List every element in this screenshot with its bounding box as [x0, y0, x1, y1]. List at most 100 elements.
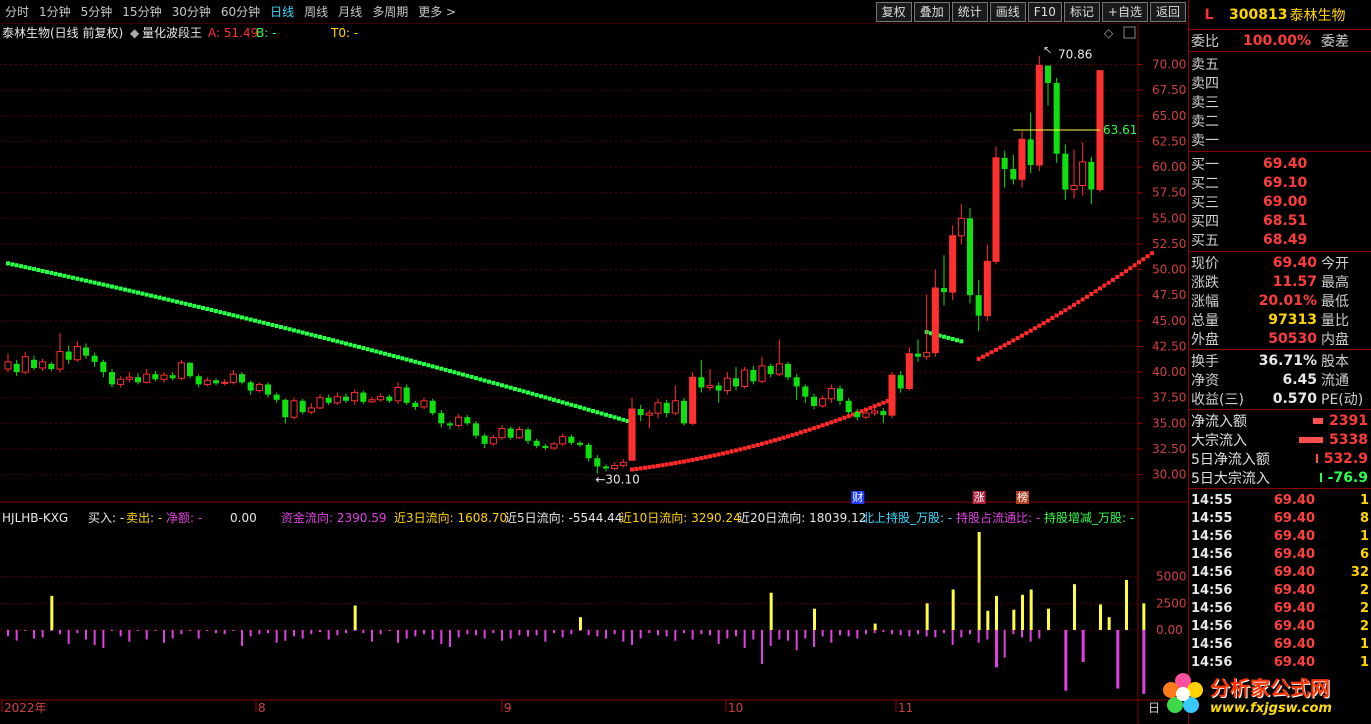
- band-red-dot: [1080, 297, 1085, 302]
- stat-label: 涨跌: [1191, 274, 1219, 291]
- sub-bar-neg: [492, 629, 495, 634]
- toolbar-button-1[interactable]: 叠加: [913, 2, 950, 22]
- sub-bar-neg: [735, 629, 737, 637]
- period-tab-3[interactable]: 15分钟: [117, 3, 166, 20]
- indicator-name[interactable]: 量化波段王: [142, 25, 202, 40]
- candle-body-solid: [906, 353, 913, 389]
- kline-chart[interactable]: 泰林生物(日线 前复权) ◆ 量化波段王 A: 51.49B: - T0: - ◇ 70.0…: [0, 24, 1188, 724]
- toolbar-button-4[interactable]: F10: [1027, 2, 1062, 22]
- stat-value: 20.01%: [1258, 292, 1317, 309]
- sub-bar-neg: [752, 629, 755, 640]
- candle-body: [515, 429, 523, 439]
- candle-body: [507, 428, 514, 438]
- dropdown-icon[interactable]: ◆: [130, 26, 140, 40]
- tick-row: 14:56 69.40 2: [1189, 617, 1371, 635]
- sub-bar-pos: [50, 595, 54, 630]
- band-green-dot: [27, 266, 32, 271]
- band-green-dot: [517, 388, 522, 393]
- toolbar-button-7[interactable]: 返回: [1149, 2, 1186, 22]
- band-green-dot: [305, 331, 309, 336]
- tick-volume: 1: [1359, 636, 1369, 652]
- band-green-dot: [946, 335, 951, 340]
- toolbar-button-3[interactable]: 画线: [989, 2, 1026, 22]
- band-green-dot: [36, 268, 41, 273]
- stat-label-right: 最高: [1321, 274, 1349, 291]
- candle-body: [845, 400, 852, 413]
- sub-bar-neg: [163, 629, 165, 643]
- band-red-dot: [764, 440, 769, 445]
- event-marker-label[interactable]: 财: [852, 490, 863, 504]
- band-green-dot: [413, 359, 418, 364]
- flow-label: 净流入额: [1191, 413, 1247, 430]
- period-tab-1[interactable]: 1分钟: [34, 3, 76, 20]
- band-red-dot: [833, 418, 838, 423]
- sub-bar-pos: [986, 610, 990, 630]
- event-marker-label[interactable]: 榜: [1017, 490, 1028, 504]
- tick-list[interactable]: 14:55 69.40 1 14:55 69.40 8 14:56 69.40 1 14:56 69…: [1189, 489, 1371, 671]
- sub-bar-neg: [960, 629, 963, 638]
- period-tab-2[interactable]: 5分钟: [76, 3, 118, 20]
- period-tab-6[interactable]: 日线: [265, 3, 299, 20]
- stock-name[interactable]: 泰林生物: [1289, 5, 1345, 25]
- stat2-label: 换手: [1191, 353, 1219, 370]
- flow-row-0: 净流入额 2391: [1189, 411, 1371, 430]
- event-marker-label[interactable]: 涨: [974, 491, 985, 504]
- tick-time: 14:56: [1191, 618, 1233, 634]
- candle-body: [316, 397, 324, 409]
- period-tab-7[interactable]: 周线: [299, 3, 333, 20]
- stat-row-1: 涨跌 11.57 最高: [1189, 272, 1371, 291]
- stock-code[interactable]: 300813: [1229, 7, 1287, 23]
- band-green-dot: [942, 334, 946, 339]
- candle-body-solid: [689, 377, 696, 424]
- candle-body: [1079, 161, 1087, 186]
- sub-header-item-3: 净额: -: [166, 511, 202, 525]
- band-red-dot: [816, 424, 821, 429]
- flow-row-1: 大宗流入 5338: [1189, 430, 1371, 449]
- stats-block: 现价 69.40 今开 涨跌 11.57 最高 涨幅 20.01% 最低 总量 97313 量比 外盘 5…: [1189, 252, 1371, 350]
- period-tab-5[interactable]: 60分钟: [216, 3, 265, 20]
- band-red-dot: [708, 454, 712, 459]
- tick-time: 14:55: [1191, 510, 1233, 526]
- candle-body: [1044, 65, 1052, 83]
- sub-bar-neg: [683, 629, 685, 634]
- band-green-dot: [617, 416, 621, 421]
- toolbar-button-6[interactable]: +自选: [1101, 2, 1148, 22]
- sub-bar-neg: [223, 629, 226, 635]
- band-green-dot: [365, 347, 370, 352]
- sub-bar-neg-big: [1142, 629, 1146, 694]
- toolbar-button-2[interactable]: 统计: [951, 2, 988, 22]
- toolbar-button-5[interactable]: 标记: [1063, 2, 1100, 22]
- stat-label: 现价: [1191, 255, 1219, 272]
- sub-bar-neg: [353, 629, 356, 631]
- period-tab-4[interactable]: 30分钟: [167, 3, 216, 20]
- period-tab-9[interactable]: 多周期: [367, 3, 413, 20]
- price-tick-label: 37.50: [1152, 391, 1186, 405]
- band-green-dot: [417, 360, 422, 365]
- sell-label: 卖一: [1191, 132, 1219, 149]
- period-tab-0[interactable]: 分时: [0, 3, 34, 20]
- period-tab-8[interactable]: 月线: [333, 3, 367, 20]
- band-green-dot: [539, 394, 543, 399]
- band-red-dot: [768, 439, 773, 444]
- sub-bar-neg: [431, 629, 434, 640]
- flow-value: 5338: [1329, 431, 1368, 448]
- band-green-dot: [344, 341, 348, 346]
- sub-bar-pos: [1125, 579, 1128, 630]
- sub-bar-neg: [977, 629, 980, 643]
- candle-body: [177, 362, 185, 379]
- candle-body: [559, 436, 567, 445]
- band-green-dot: [378, 350, 383, 355]
- chart-area[interactable]: 泰林生物(日线 前复权) ◆ 量化波段王 A: 51.49 B: - T0: - ◇ 70.0…: [0, 24, 1188, 724]
- band-red-dot: [994, 347, 998, 352]
- sub-header-item-1: 买入: -: [88, 511, 124, 525]
- diamond-icon[interactable]: ◇: [1104, 26, 1114, 40]
- sub-bar-neg: [743, 629, 746, 649]
- tick-volume: 6: [1359, 546, 1369, 562]
- toolbar-button-0[interactable]: 复权: [875, 2, 912, 22]
- tick-volume: 32: [1350, 564, 1369, 580]
- period-tab-10[interactable]: 更多 >: [413, 3, 461, 20]
- band-green-dot: [513, 386, 517, 391]
- candle-body: [966, 218, 974, 296]
- sell-level-2: 卖二: [1189, 111, 1371, 130]
- candle-body: [671, 400, 679, 414]
